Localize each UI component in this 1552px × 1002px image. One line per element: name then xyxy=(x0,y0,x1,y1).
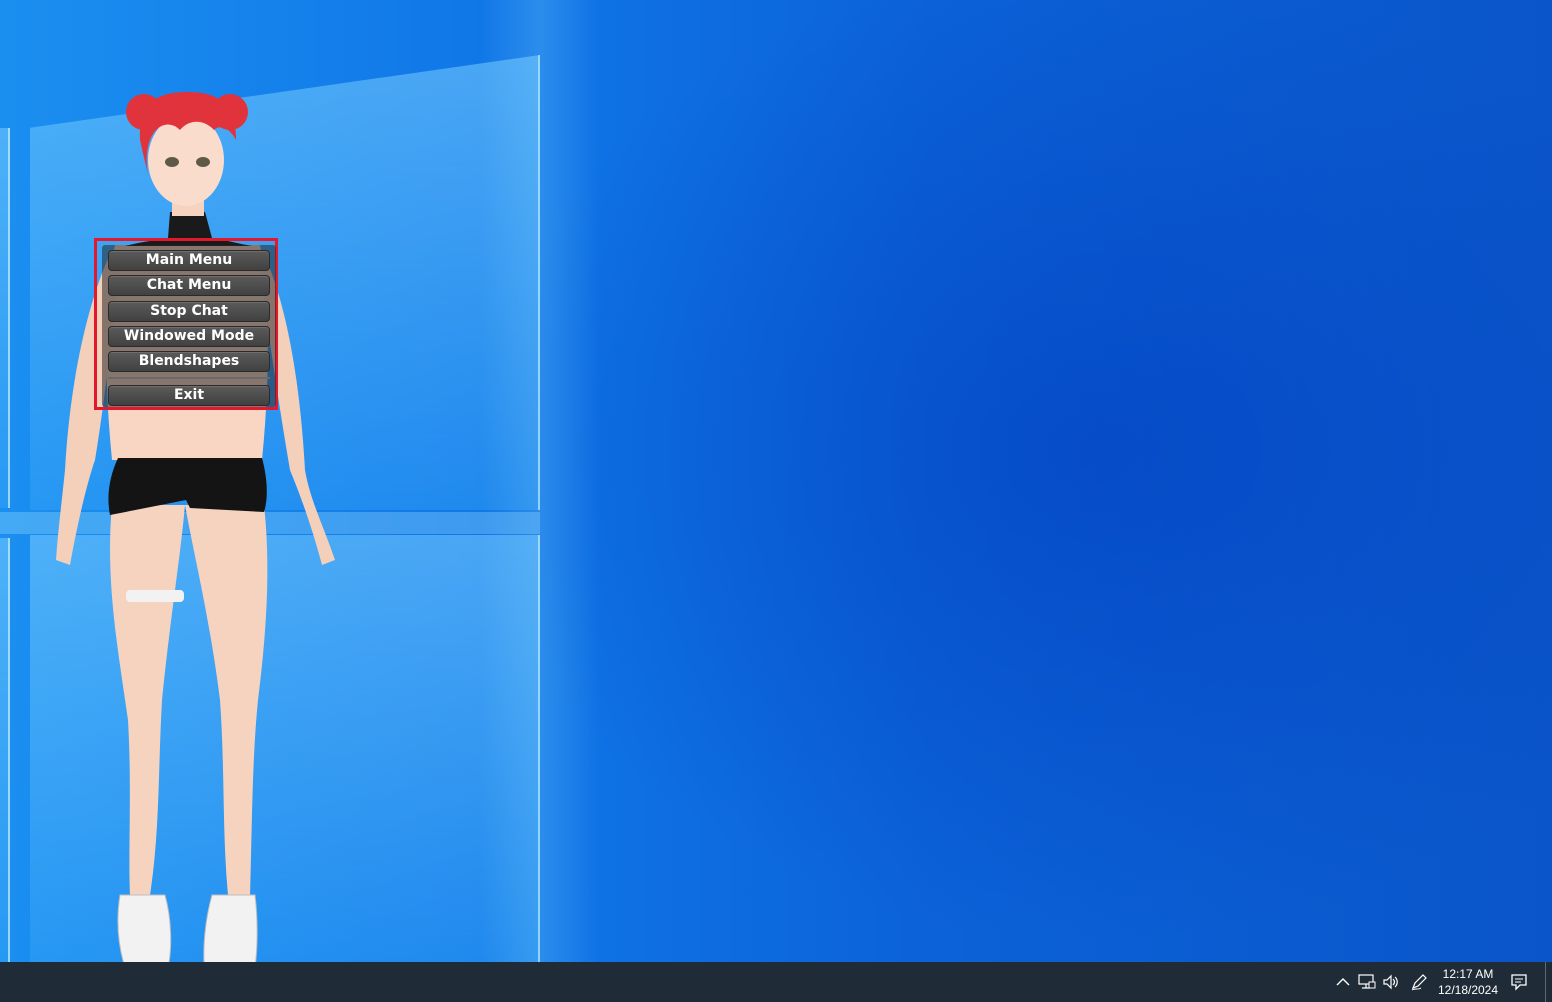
avatar-hair-bun-left xyxy=(126,94,162,130)
avatar-left-eye xyxy=(165,157,179,167)
avatar-hair-bun-right xyxy=(212,94,248,130)
stop-chat-button[interactable]: Stop Chat xyxy=(108,301,270,322)
avatar-leg-strap xyxy=(126,590,184,602)
volume-icon[interactable] xyxy=(1380,962,1402,1002)
avatar-right-eye xyxy=(196,157,210,167)
menu-separator xyxy=(108,377,270,379)
taskbar-clock[interactable]: 12:17 AM 12/18/2024 xyxy=(1432,966,1504,998)
windowed-mode-button[interactable]: Windowed Mode xyxy=(108,326,270,347)
clock-time: 12:17 AM xyxy=(1442,967,1494,981)
exit-button[interactable]: Exit xyxy=(108,385,270,406)
chat-menu-button[interactable]: Chat Menu xyxy=(108,275,270,296)
show-desktop-button[interactable] xyxy=(1545,962,1552,1002)
avatar-right-leg xyxy=(185,505,268,895)
taskbar: 12:17 AM 12/18/2024 xyxy=(0,962,1552,1002)
chevron-up-icon[interactable] xyxy=(1334,962,1352,1002)
pen-icon[interactable] xyxy=(1408,962,1430,1002)
avatar-character[interactable] xyxy=(0,0,560,962)
avatar-left-leg xyxy=(110,505,185,895)
avatar-right-shoe xyxy=(203,894,258,962)
avatar-left-shoe xyxy=(117,894,172,962)
context-menu: Main Menu Chat Menu Stop Chat Windowed M… xyxy=(102,245,276,407)
notification-icon[interactable] xyxy=(1508,962,1530,1002)
clock-date: 12/18/2024 xyxy=(1437,983,1499,997)
network-icon[interactable] xyxy=(1356,962,1378,1002)
blendshapes-button[interactable]: Blendshapes xyxy=(108,351,270,372)
main-menu-button[interactable]: Main Menu xyxy=(108,250,270,271)
